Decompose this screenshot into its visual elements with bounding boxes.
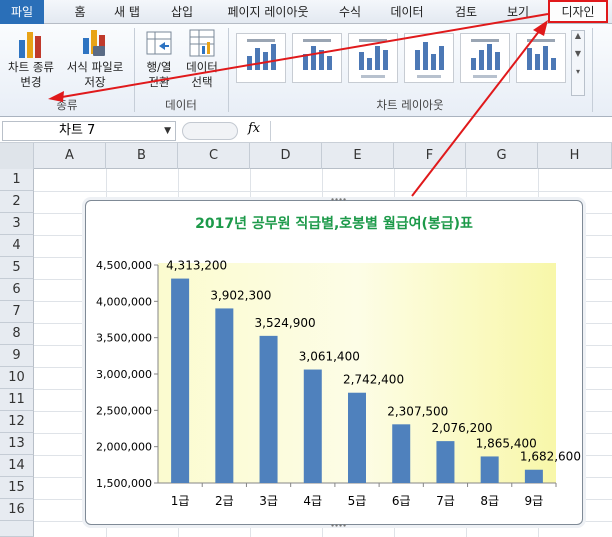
y-tick-label: 4,000,000 [96,295,152,308]
data-label: 3,902,300 [210,288,271,302]
y-tick-label: 3,000,000 [96,368,152,381]
annotation-arrow [411,29,541,197]
x-tick-label: 2급 [215,494,234,508]
data-label: 1,865,400 [476,436,537,450]
data-label: 1,682,600 [520,450,581,464]
chart-svg: 1,500,000 2,000,000 2,500,000 3,000,000 3,50… [48,13,581,508]
y-tick-label: 2,000,000 [96,441,152,454]
data-label: 2,742,400 [343,373,404,387]
y-tick-label: 4,500,000 [96,259,152,272]
x-tick-label: 5급 [348,494,367,508]
bar [303,369,322,483]
y-tick-label: 3,500,000 [96,332,152,345]
data-label: 3,061,400 [299,350,360,364]
data-label: 3,524,900 [255,316,316,330]
y-tick-label: 2,500,000 [96,404,152,417]
annotation-arrow [61,13,549,98]
bar [392,424,411,483]
x-tick-label: 9급 [525,494,544,508]
data-label: 4,313,200 [166,259,227,273]
x-tick-label: 1급 [171,494,190,508]
bar [436,441,455,483]
arrowhead-icon [48,91,64,102]
y-tick-label: 1,500,000 [96,477,152,490]
bar [348,392,366,483]
data-label: 2,307,500 [387,404,448,418]
bar [215,308,234,483]
bar [171,278,190,483]
data-label: 2,076,200 [431,421,492,435]
bar [259,335,278,483]
arrowhead-icon [533,20,548,36]
x-tick-label: 7급 [436,494,455,508]
bar [480,456,499,483]
x-tick-label: 6급 [392,494,411,508]
x-tick-label: 8급 [480,494,499,508]
x-tick-label: 4급 [303,494,322,508]
x-tick-label: 3급 [259,494,278,508]
bar [524,469,543,483]
